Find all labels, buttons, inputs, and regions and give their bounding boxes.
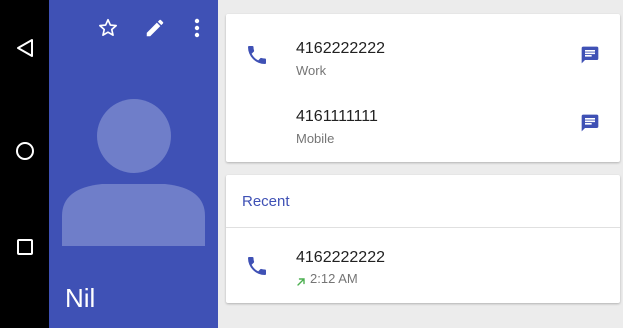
phone-number: 4162222222 bbox=[296, 40, 385, 57]
more-vert-icon[interactable] bbox=[183, 14, 211, 42]
recent-time: 2:12 AM bbox=[310, 271, 358, 286]
contact-details: 4162222222 Work 4161111111 Mobile Recent… bbox=[218, 0, 623, 328]
phone-numbers-card: 4162222222 Work 4161111111 Mobile bbox=[226, 14, 620, 162]
phone-type: Work bbox=[296, 63, 327, 78]
pencil-icon[interactable] bbox=[141, 14, 169, 42]
recents-icon[interactable] bbox=[10, 232, 40, 262]
back-icon[interactable] bbox=[10, 33, 40, 63]
contact-name: Nil bbox=[65, 283, 96, 313]
home-icon[interactable] bbox=[10, 136, 40, 166]
recent-time-line: 2:12 AM bbox=[296, 271, 358, 287]
phone-type: Mobile bbox=[296, 131, 335, 146]
phone-number: 4161111111 bbox=[296, 108, 378, 125]
star-outline-icon[interactable] bbox=[94, 14, 122, 42]
contact-header: Nil bbox=[49, 0, 218, 328]
message-icon[interactable] bbox=[578, 111, 602, 135]
phone-icon bbox=[245, 254, 269, 278]
avatar-placeholder bbox=[62, 98, 205, 246]
section-title: Recent bbox=[242, 193, 290, 210]
recent-card: Recent 4162222222 2:12 AM bbox=[226, 175, 620, 303]
phone-icon bbox=[245, 43, 269, 67]
recent-call-row[interactable]: 4162222222 2:12 AM bbox=[226, 228, 620, 303]
outgoing-call-icon bbox=[296, 275, 306, 286]
system-nav-bar bbox=[0, 0, 49, 328]
message-icon[interactable] bbox=[578, 43, 602, 67]
recent-number: 4162222222 bbox=[296, 249, 385, 266]
